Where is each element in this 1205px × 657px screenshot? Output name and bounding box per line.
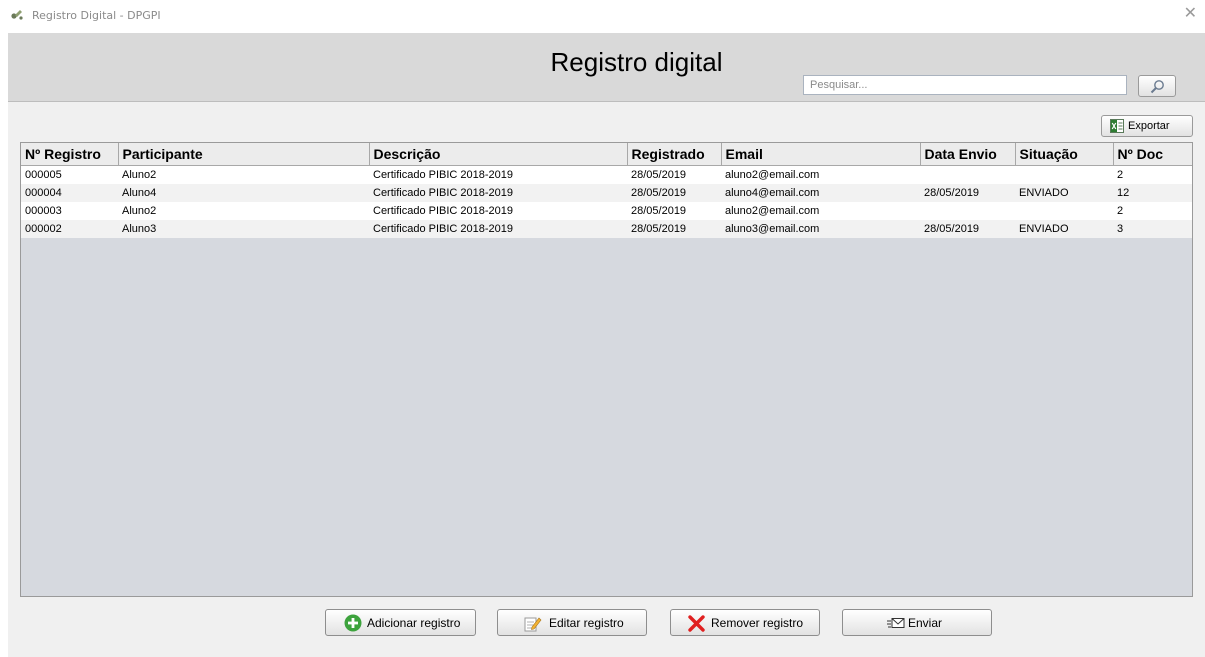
red-x-icon bbox=[688, 615, 705, 632]
cell-data-envio bbox=[920, 165, 1015, 184]
cell-registro: 000003 bbox=[21, 202, 118, 220]
cell-num-doc: 3 bbox=[1113, 220, 1192, 238]
cell-descricao: Certificado PIBIC 2018-2019 bbox=[369, 165, 627, 184]
cell-email: aluno3@email.com bbox=[721, 220, 920, 238]
cell-num-doc: 2 bbox=[1113, 202, 1192, 220]
cell-descricao: Certificado PIBIC 2018-2019 bbox=[369, 220, 627, 238]
search-icon bbox=[1150, 80, 1164, 94]
column-header-registrado[interactable]: Registrado bbox=[627, 143, 722, 166]
cell-registrado: 28/05/2019 bbox=[627, 202, 721, 220]
header-panel: Registro digital bbox=[8, 33, 1205, 102]
column-header-registro[interactable]: Nº Registro bbox=[21, 143, 119, 166]
export-label: Exportar bbox=[1128, 120, 1170, 132]
send-label: Enviar bbox=[908, 616, 943, 630]
edit-record-button[interactable]: Editar registro bbox=[497, 609, 647, 636]
cell-num-doc: 12 bbox=[1113, 184, 1192, 202]
edit-document-icon bbox=[524, 617, 542, 632]
main-window: Registro digital Exportar bbox=[8, 33, 1205, 657]
app-icon bbox=[11, 10, 23, 20]
table-row[interactable]: 000004 Aluno4 Certificado PIBIC 2018-201… bbox=[21, 184, 1192, 202]
cell-email: aluno2@email.com bbox=[721, 165, 920, 184]
excel-icon bbox=[1110, 119, 1124, 133]
cell-situacao: ENVIADO bbox=[1015, 220, 1113, 238]
cell-data-envio bbox=[920, 202, 1015, 220]
add-record-label: Adicionar registro bbox=[367, 616, 461, 630]
send-button[interactable]: Enviar bbox=[842, 609, 992, 636]
cell-email: aluno2@email.com bbox=[721, 202, 920, 220]
add-record-button[interactable]: Adicionar registro bbox=[325, 609, 476, 636]
column-header-participante[interactable]: Participante bbox=[118, 143, 370, 166]
remove-record-button[interactable]: Remover registro bbox=[670, 609, 820, 636]
table-row[interactable]: 000002 Aluno3 Certificado PIBIC 2018-201… bbox=[21, 220, 1192, 238]
cell-registrado: 28/05/2019 bbox=[627, 184, 721, 202]
cell-situacao bbox=[1015, 202, 1113, 220]
column-header-data-envio[interactable]: Data Envio bbox=[920, 143, 1016, 166]
cell-registro: 000005 bbox=[21, 165, 118, 184]
table-row[interactable]: 000005 Aluno2 Certificado PIBIC 2018-201… bbox=[21, 165, 1192, 184]
cell-situacao bbox=[1015, 165, 1113, 184]
page-title: Registro digital bbox=[550, 47, 723, 77]
column-header-descricao[interactable]: Descrição bbox=[369, 143, 628, 166]
close-icon[interactable]: ✕ bbox=[1184, 6, 1197, 22]
search-button[interactable] bbox=[1138, 75, 1176, 97]
plus-circle-icon bbox=[344, 614, 362, 632]
envelope-icon bbox=[887, 618, 905, 628]
cell-email: aluno4@email.com bbox=[721, 184, 920, 202]
table-header-row: Nº Registro Participante Descrição Regis… bbox=[21, 143, 1192, 166]
cell-participante: Aluno4 bbox=[118, 184, 369, 202]
search-input[interactable] bbox=[803, 75, 1127, 95]
edit-record-label: Editar registro bbox=[549, 616, 624, 630]
column-header-num-doc[interactable]: Nº Doc bbox=[1113, 143, 1192, 166]
cell-situacao: ENVIADO bbox=[1015, 184, 1113, 202]
cell-participante: Aluno2 bbox=[118, 165, 369, 184]
remove-record-label: Remover registro bbox=[711, 616, 804, 630]
table-row[interactable]: 000003 Aluno2 Certificado PIBIC 2018-201… bbox=[21, 202, 1192, 220]
cell-registro: 000004 bbox=[21, 184, 118, 202]
cell-registrado: 28/05/2019 bbox=[627, 165, 721, 184]
cell-descricao: Certificado PIBIC 2018-2019 bbox=[369, 184, 627, 202]
cell-data-envio: 28/05/2019 bbox=[920, 220, 1015, 238]
cell-participante: Aluno3 bbox=[118, 220, 369, 238]
cell-data-envio: 28/05/2019 bbox=[920, 184, 1015, 202]
cell-registro: 000002 bbox=[21, 220, 118, 238]
cell-descricao: Certificado PIBIC 2018-2019 bbox=[369, 202, 627, 220]
column-header-email[interactable]: Email bbox=[721, 143, 921, 166]
export-button[interactable]: Exportar bbox=[1101, 115, 1193, 137]
cell-registrado: 28/05/2019 bbox=[627, 220, 721, 238]
title-bar: Registro Digital - DPGPI ✕ bbox=[0, 0, 1205, 30]
cell-num-doc: 2 bbox=[1113, 165, 1192, 184]
records-table[interactable]: Nº Registro Participante Descrição Regis… bbox=[20, 142, 1193, 597]
column-header-situacao[interactable]: Situação bbox=[1015, 143, 1114, 166]
cell-participante: Aluno2 bbox=[118, 202, 369, 220]
window-title: Registro Digital - DPGPI bbox=[32, 9, 161, 22]
